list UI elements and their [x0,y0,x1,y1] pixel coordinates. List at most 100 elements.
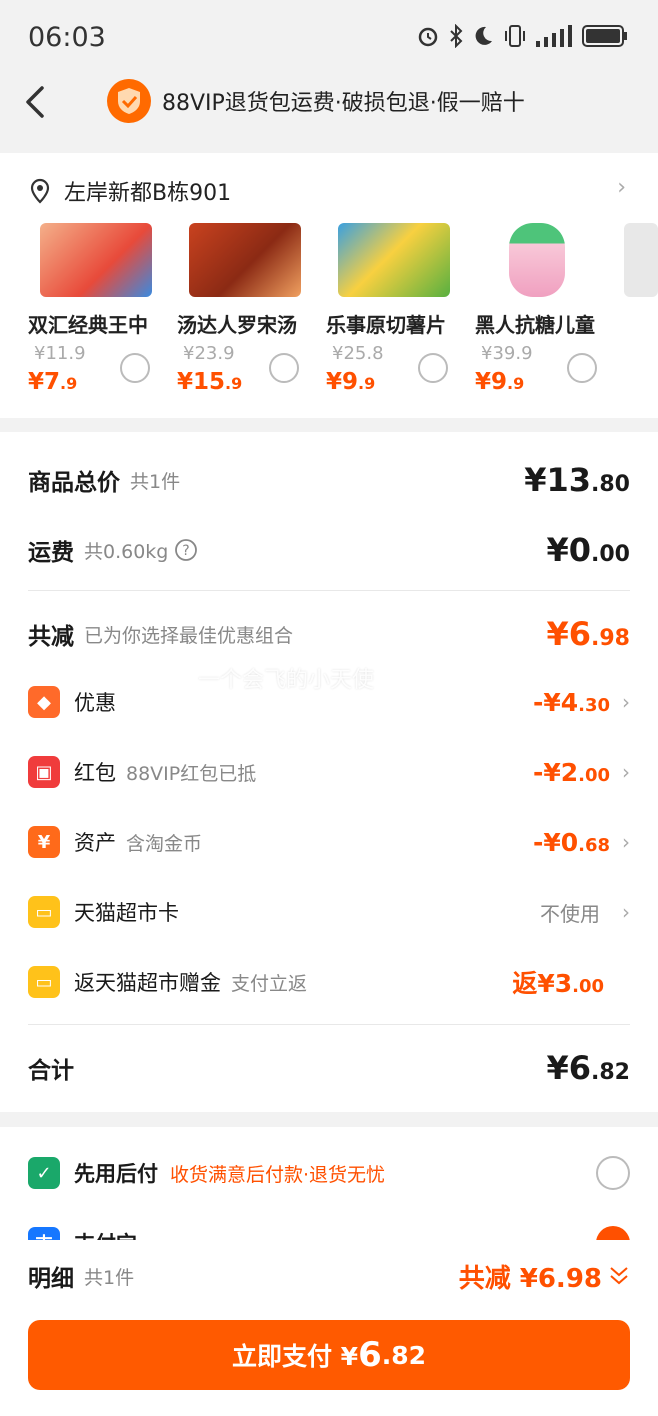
bluetooth-icon [450,24,463,48]
cashback-label: 返天猫超市赠金 [74,971,221,995]
svg-text:?: ? [183,543,190,559]
product-name: 汤达人罗宋汤 [177,313,297,337]
discount-row: 共减 已为你选择最佳优惠组合 ¥6.98 [28,614,630,654]
shipping-amount: ¥0.00 [546,531,630,569]
chevron-right-icon: › [622,760,630,784]
product-select-radio[interactable] [567,353,597,383]
chevron-right-icon: › [622,900,630,924]
order-summary-card: 商品总价 共1件 ¥13.80 运费 共0.60kg ? ¥0.00 共减 已为… [0,432,658,1112]
product-select-radio[interactable] [418,353,448,383]
detail-label: 明细 [28,1266,74,1292]
product-price: ¥9.9 [475,369,525,395]
product-original-price: ¥11.9 [34,343,86,364]
assets-note: 含淘金币 [126,832,203,855]
product-price: ¥7.9 [28,369,78,395]
product-select-radio[interactable] [120,353,150,383]
address-text: 左岸新都B栋901 [64,181,232,206]
grand-total-row: 合计 ¥6.82 [28,1048,630,1088]
product-image [624,223,658,297]
product-image [338,223,450,297]
tmall-card-icon: ▭ [28,896,60,928]
product-image [189,223,301,297]
alipay-radio-selected[interactable] [596,1226,630,1240]
bottom-reduce-amount[interactable]: 共减 ¥6.98 [459,1258,602,1295]
pay-later-icon: ✓ [28,1157,60,1189]
product-price: ¥9.9 [326,369,376,395]
moon-icon [475,26,492,45]
address-row[interactable]: 左岸新都B栋901 [28,175,231,207]
goods-total-row: 商品总价 共1件 ¥13.80 [28,460,630,500]
goods-total-amount: ¥13.80 [524,461,630,499]
shipping-row: 运费 共0.60kg ? ¥0.00 [28,530,630,570]
address-products-card: 左岸新都B栋901 › 双汇经典王中 ¥11.9 ¥7.9 汤达人罗宋汤 ¥23… [0,153,658,418]
product-name: 黑人抗糖儿童 [475,313,595,337]
product-name: 双汇经典王中 [28,313,148,337]
assets-label: 资产 [74,831,116,855]
assets-row[interactable]: ¥ 资产 含淘金币 -¥0.68 › [28,824,630,860]
product-original-price: ¥25.8 [332,343,384,364]
yen-coin-icon: ¥ [28,826,60,858]
product-image [509,223,565,297]
goods-total-label: 商品总价 [28,470,120,496]
product-select-radio[interactable] [269,353,299,383]
pay-later-radio[interactable] [596,1156,630,1190]
help-circle-icon[interactable]: ? [174,538,198,562]
product-card-partial[interactable] [624,223,658,413]
alarm-icon [418,27,438,47]
product-card[interactable]: 黑人抗糖儿童 ¥39.9 ¥9.9 [475,223,615,413]
discount-label: 共减 [28,624,74,650]
chevron-right-icon: › [622,830,630,854]
assets-amount: -¥0.68 [532,827,610,857]
pay-later-note: 收货满意后付款·退货无忧 [170,1163,386,1186]
product-carousel[interactable]: 双汇经典王中 ¥11.9 ¥7.9 汤达人罗宋汤 ¥23.9 ¥15.9 乐事原… [0,223,658,413]
product-card[interactable]: 双汇经典王中 ¥11.9 ¥7.9 [28,223,168,413]
banner-text: 88VIP退货包运费·破损包退·假一赔十 [162,91,525,116]
alipay-row[interactable]: 支 支付宝 [28,1223,630,1240]
vip-banner[interactable]: 88VIP退货包运费·破损包退·假一赔十 [106,78,525,124]
tmall-gift-icon: ▭ [28,966,60,998]
cashback-amount: 返¥3.00 [512,969,604,998]
status-time: 06:03 [28,22,106,53]
alipay-label: 支付宝 [74,1228,137,1240]
battery-icon [582,25,627,47]
tmall-card-row[interactable]: ▭ 天猫超市卡 不使用 › [28,894,630,930]
red-packet-note: 88VIP红包已抵 [126,762,257,785]
product-original-price: ¥39.9 [481,343,533,364]
cashback-note: 支付立返 [231,972,308,995]
product-price: ¥15.9 [177,369,243,395]
pay-now-button[interactable]: 立即支付 ¥6.82 [28,1320,630,1390]
discount-amount: ¥6.98 [546,615,630,653]
shipping-label: 运费 [28,540,74,566]
product-original-price: ¥23.9 [183,343,235,364]
pay-later-label: 先用后付 [74,1162,158,1186]
detail-count: 共1件 [84,1266,135,1289]
signal-icon [536,25,572,47]
red-packet-icon: ▣ [28,756,60,788]
red-packet-row[interactable]: ▣ 红包 88VIP红包已抵 -¥2.00 › [28,754,630,790]
location-pin-icon [30,178,50,204]
red-packet-label: 红包 [74,761,116,785]
tmall-card-label: 天猫超市卡 [74,901,179,925]
divider [28,590,630,591]
grand-total-label: 合计 [28,1058,74,1084]
nav-header: 88VIP退货包运费·破损包退·假一赔十 [0,70,658,150]
detail-row[interactable]: 明细 共1件 共减 ¥6.98 [28,1256,630,1296]
pay-later-row[interactable]: ✓ 先用后付 收货满意后付款·退货无忧 [28,1153,630,1193]
coupon-label: 优惠 [74,691,116,715]
tag-icon: ◆ [28,686,60,718]
red-packet-amount: -¥2.00 [532,757,610,787]
product-card[interactable]: 乐事原切薯片 ¥25.8 ¥9.9 [326,223,466,413]
shield-check-icon [107,79,151,123]
vibrate-icon [505,25,525,47]
cashback-row: ▭ 返天猫超市赠金 支付立返 返¥3.00 [28,964,630,1000]
product-card[interactable]: 汤达人罗宋汤 ¥23.9 ¥15.9 [177,223,317,413]
coupon-row[interactable]: ◆ 优惠 -¥4.30 › [28,684,630,720]
goods-count: 共1件 [130,470,181,493]
back-arrow-icon[interactable] [22,84,52,120]
double-chevron-down-icon[interactable] [608,1264,630,1288]
status-icons [416,24,628,48]
divider [28,1024,630,1025]
address-chevron-icon[interactable]: › [617,175,626,200]
status-bar: 06:03 [0,0,658,80]
discount-note: 已为你选择最佳优惠组合 [84,624,294,647]
